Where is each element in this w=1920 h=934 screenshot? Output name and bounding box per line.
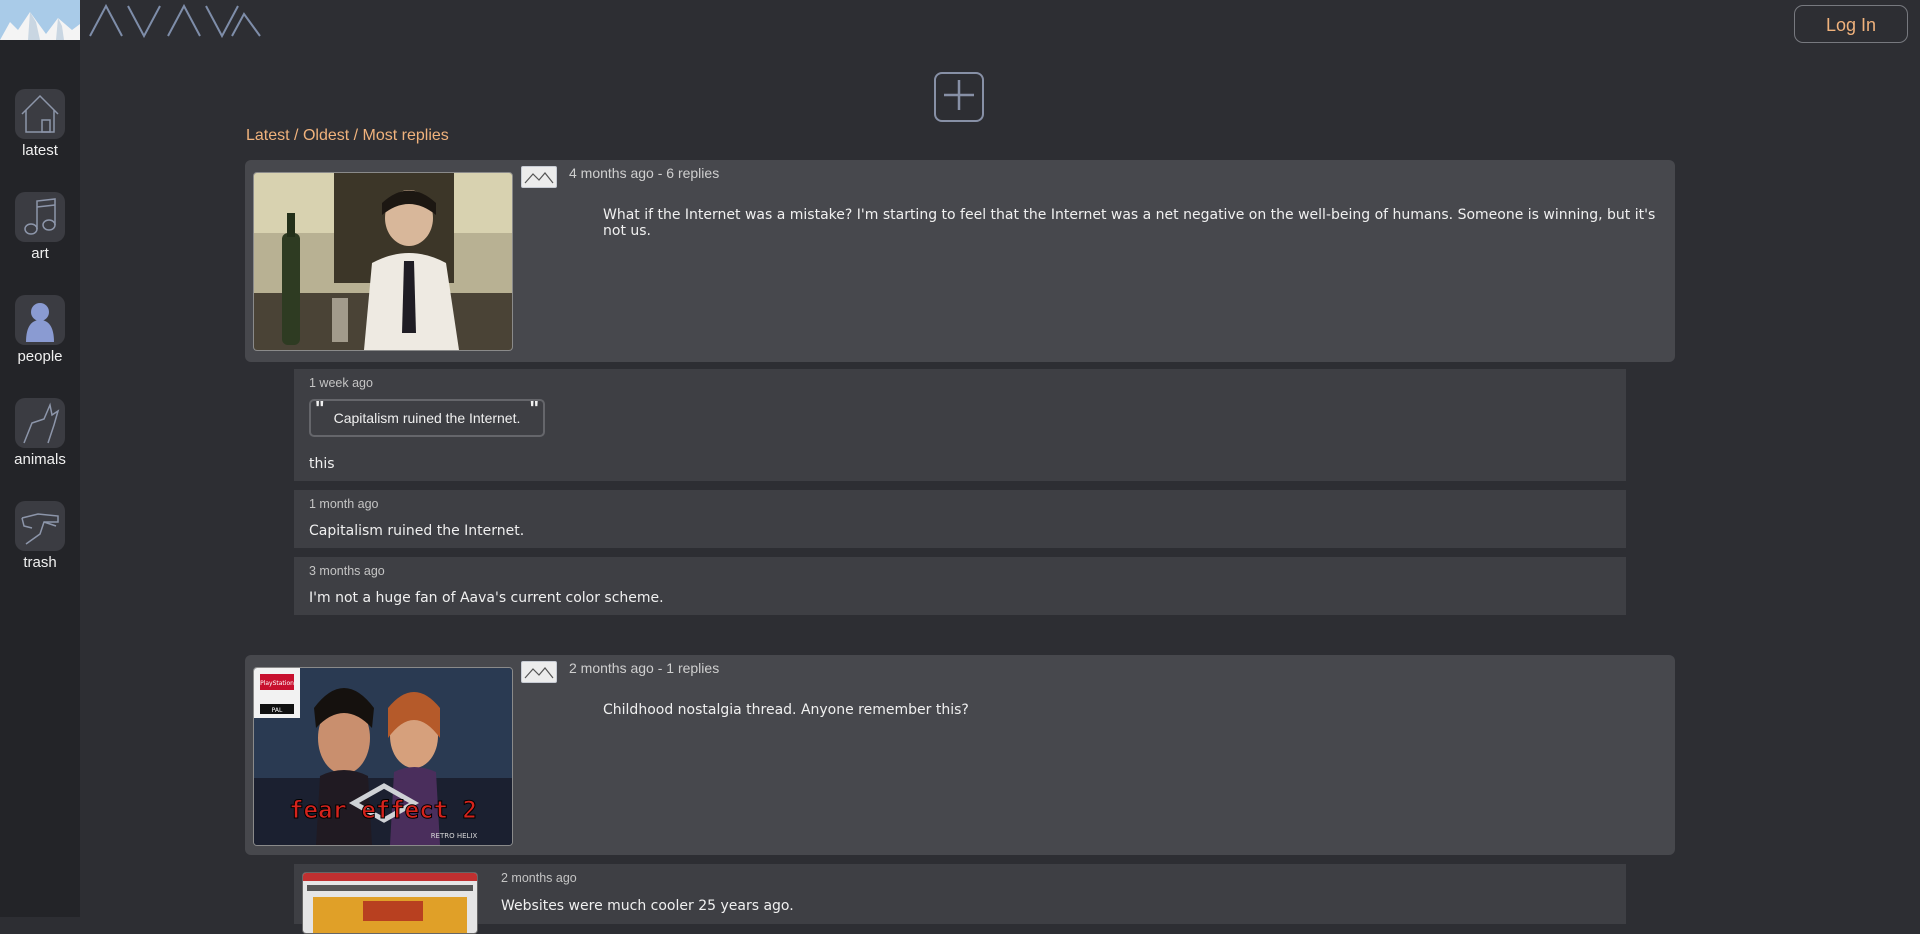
author-avatar[interactable] [521, 166, 557, 188]
reply-meta: 3 months ago [309, 564, 385, 578]
reply-text: Websites were much cooler 25 years ago. [501, 898, 794, 914]
sidebar-item-latest[interactable]: latest [0, 89, 80, 159]
thread-meta: 4 months ago - 6 replies [569, 165, 720, 181]
quote-open-icon: " [315, 398, 325, 420]
thread-image[interactable] [253, 172, 513, 351]
sidebar-item-label: animals [14, 451, 66, 468]
reply-image[interactable] [302, 872, 478, 934]
sidebar-item-label: art [31, 245, 49, 262]
sort-most-replies-link[interactable]: Most replies [363, 127, 449, 144]
thread-text: Childhood nostalgia thread. Anyone remem… [603, 702, 969, 718]
sidebar-item-label: trash [23, 554, 57, 571]
reply-text: Capitalism ruined the Internet. [309, 523, 525, 539]
logo-wordmark[interactable] [88, 0, 263, 40]
reply-meta: 1 week ago [309, 376, 373, 390]
person-icon [15, 295, 65, 345]
plus-icon [941, 77, 977, 117]
image-region: PAL [272, 707, 283, 714]
sort-separator: / [349, 127, 363, 144]
cat-icon [15, 398, 65, 448]
home-icon [15, 89, 65, 139]
sidebar-item-art[interactable]: art [0, 192, 80, 262]
thread-card[interactable]: 4 months ago - 6 replies What if the Int… [245, 160, 1675, 362]
reply-card[interactable]: 3 months ago I'm not a huge fan of Aava'… [294, 557, 1626, 615]
new-post-button[interactable] [934, 72, 984, 122]
image-caption: fear effect 2 [289, 796, 477, 824]
image-subcaption: RETRO HELIX [431, 832, 478, 840]
sidebar-item-trash[interactable]: trash [0, 501, 80, 571]
reply-meta: 1 month ago [309, 497, 379, 511]
sort-oldest-link[interactable]: Oldest [303, 127, 349, 144]
sidebar: latest art people animals trash [0, 40, 80, 917]
thread-meta: 2 months ago - 1 replies [569, 660, 720, 676]
thread-image[interactable]: fear effect 2 RETRO HELIX PlayStation PA… [253, 667, 513, 846]
login-button[interactable]: Log In [1794, 5, 1908, 43]
image-badge: PlayStation [260, 680, 294, 687]
reply-quote[interactable]: " Capitalism ruined the Internet. " [309, 398, 545, 437]
sidebar-item-people[interactable]: people [0, 295, 80, 365]
reply-card[interactable]: 1 month ago Capitalism ruined the Intern… [294, 490, 1626, 548]
logo-image[interactable] [0, 0, 80, 40]
sidebar-item-label: latest [22, 142, 58, 159]
thread-text: What if the Internet was a mistake? I'm … [603, 207, 1656, 239]
quote-close-icon: " [529, 398, 539, 420]
reply-meta: 2 months ago [501, 871, 577, 885]
reply-text: I'm not a huge fan of Aava's current col… [309, 590, 664, 606]
quote-text: Capitalism ruined the Internet. [333, 410, 521, 426]
sort-latest-link[interactable]: Latest [246, 127, 290, 144]
sidebar-item-label: people [17, 348, 63, 365]
reply-card[interactable]: 2 months ago Websites were much cooler 2… [294, 864, 1626, 934]
music-note-icon [15, 192, 65, 242]
reply-text: this [309, 456, 335, 472]
hand-icon [15, 501, 65, 551]
sort-options: Latest / Oldest / Most replies [246, 127, 449, 145]
sort-separator: / [289, 127, 303, 144]
reply-card[interactable]: 1 week ago " Capitalism ruined the Inter… [294, 369, 1626, 481]
author-avatar[interactable] [521, 661, 557, 683]
thread-card[interactable]: fear effect 2 RETRO HELIX PlayStation PA… [245, 655, 1675, 855]
sidebar-item-animals[interactable]: animals [0, 398, 80, 468]
